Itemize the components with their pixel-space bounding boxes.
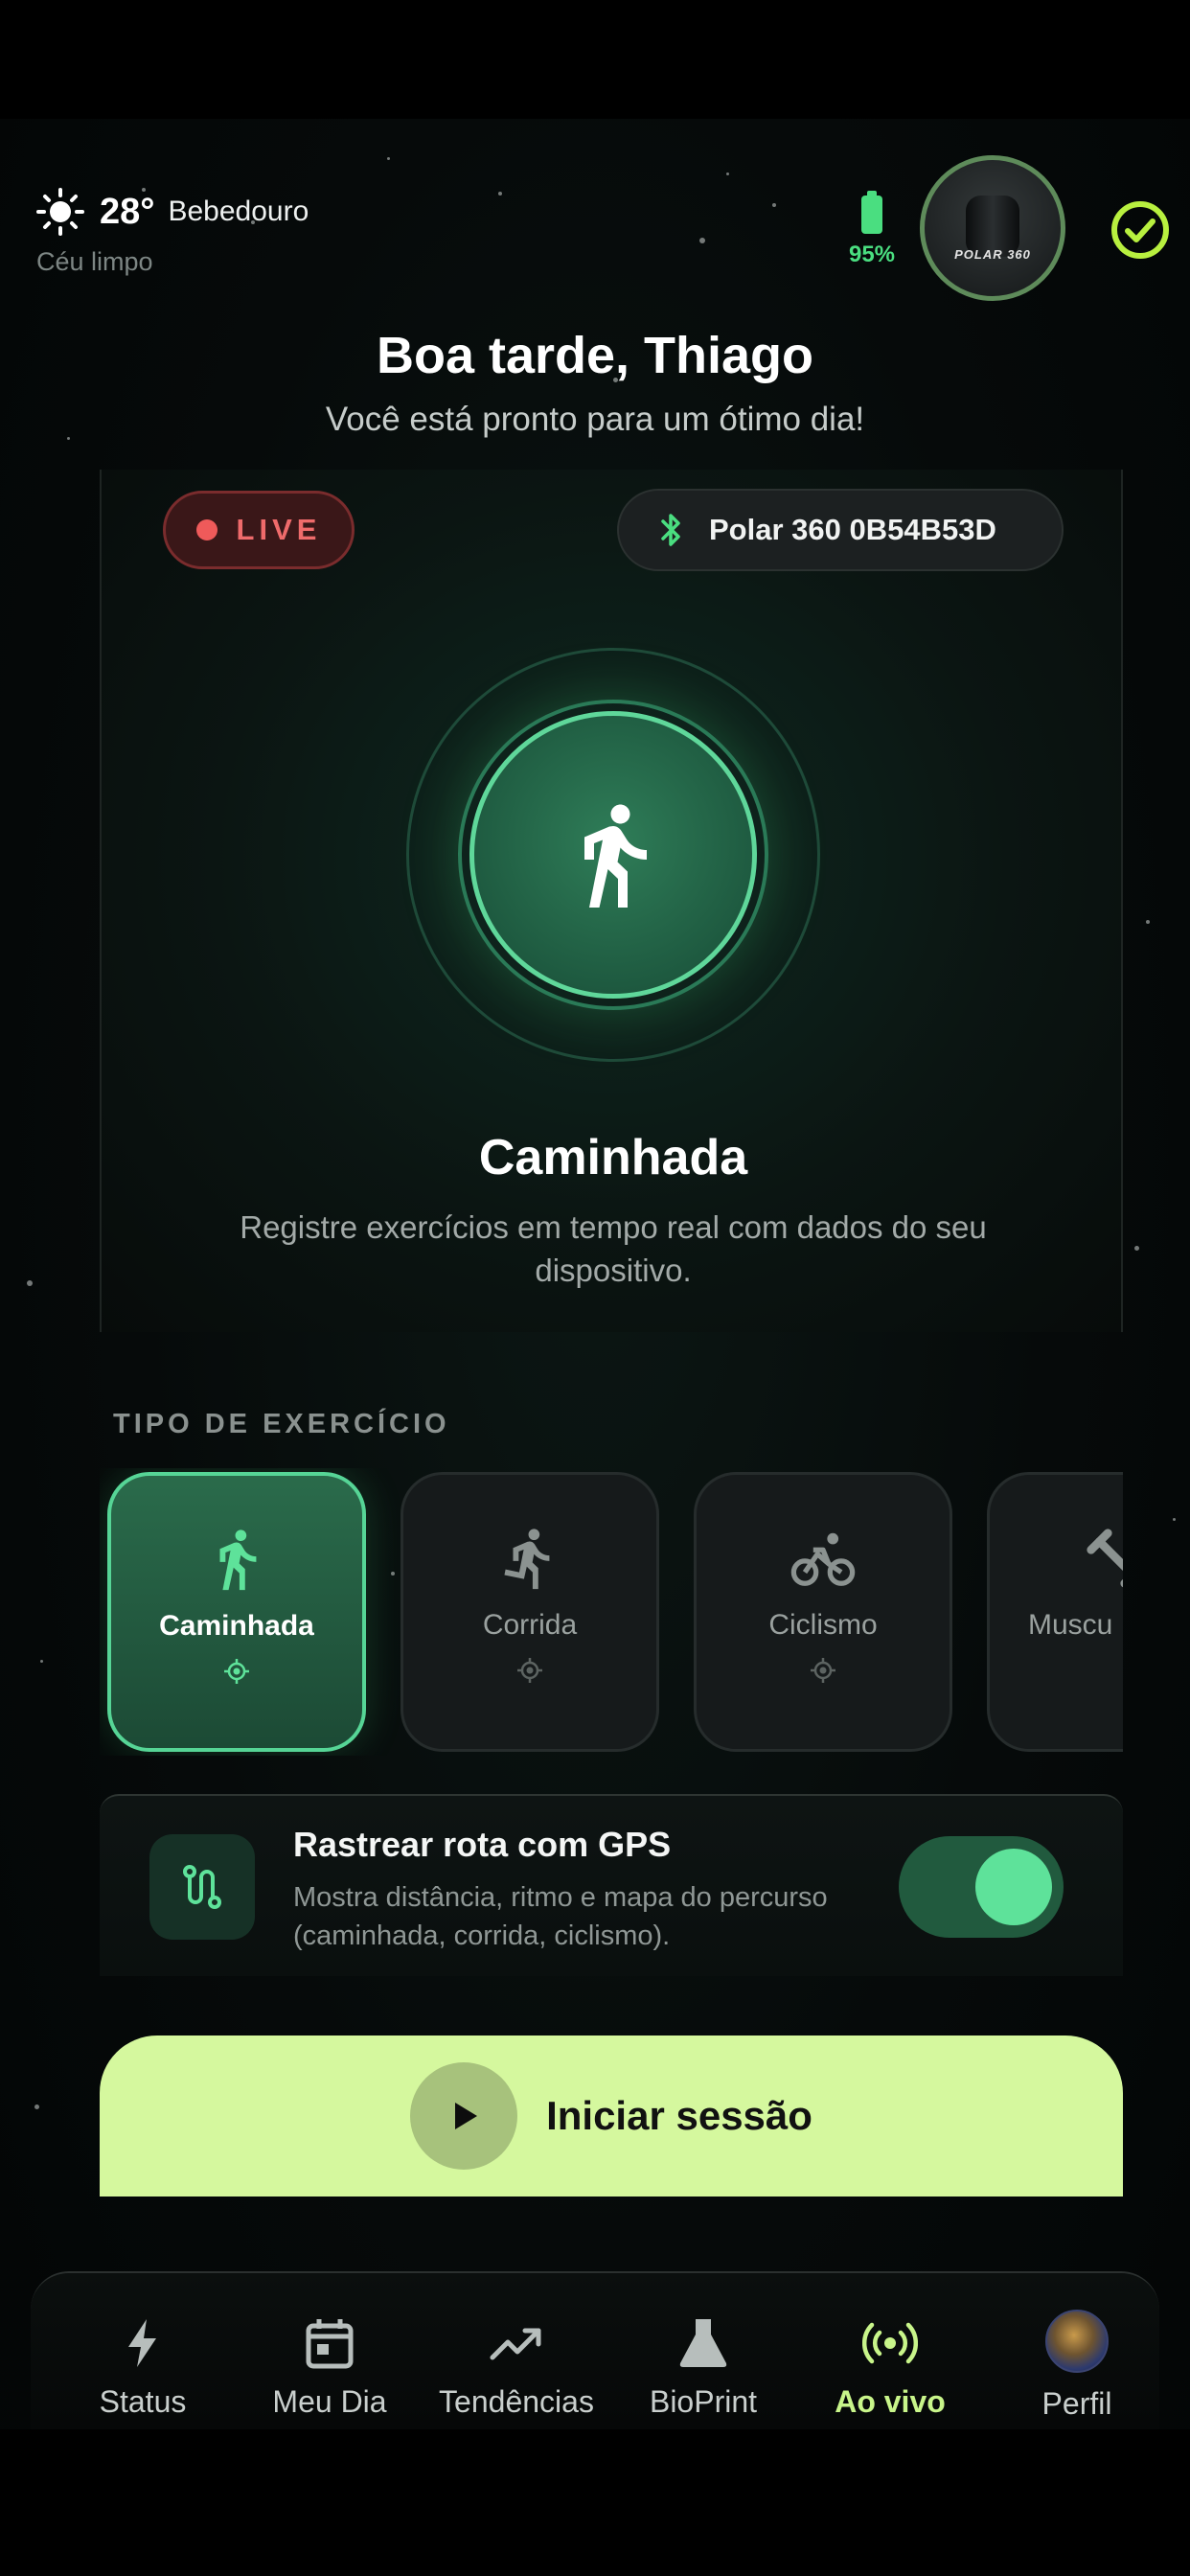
bolt-icon: [128, 2319, 156, 2367]
broadcast-icon: [862, 2322, 918, 2364]
battery-level: 95%: [848, 242, 896, 267]
start-session-button[interactable]: Iniciar sessão: [100, 2036, 1123, 2196]
sun-icon: [36, 188, 84, 236]
walk-icon: [584, 804, 647, 908]
greeting-subtitle: Você está pronto para um ótimo dia!: [325, 401, 865, 438]
tab-status[interactable]: Status: [52, 2315, 234, 2420]
trend-icon: [490, 2328, 541, 2360]
check-circle-icon[interactable]: [1110, 199, 1171, 261]
gps-target-icon: [517, 1658, 542, 1683]
gps-target-icon: [224, 1659, 249, 1684]
status-bar-area: [0, 0, 1190, 119]
exercise-type-strength[interactable]: Muscu: [987, 1472, 1123, 1752]
bluetooth-icon: [661, 514, 680, 546]
exercise-type-run[interactable]: Corrida: [400, 1472, 659, 1752]
weather-widget[interactable]: 28° Bebedouro Céu limpo: [36, 188, 309, 277]
start-session-label: Iniciar sessão: [546, 2093, 812, 2138]
device-avatar[interactable]: POLAR 360: [920, 155, 1065, 301]
exercise-type-label: Ciclismo: [768, 1609, 878, 1641]
live-dot-icon: [195, 519, 217, 540]
device-connection-badge[interactable]: Polar 360 0B54B53D: [617, 489, 1064, 571]
activity-title: Caminhada: [478, 1130, 748, 1185]
exercise-type-label: Corrida: [482, 1609, 578, 1641]
device-name: Polar 360 0B54B53D: [709, 513, 996, 546]
exercise-type-list[interactable]: Caminhada Corrida Ciclismo Muscu: [100, 1468, 1123, 1756]
screen: 28° Bebedouro Céu limpo 95% POLAR 360 Bo…: [0, 0, 1190, 2576]
tab-label: Tendências: [439, 2384, 594, 2419]
tab-label: BioPrint: [649, 2384, 758, 2419]
weather-description: Céu limpo: [36, 247, 153, 276]
toggle-knob: [975, 1849, 1052, 1925]
bike-icon: [790, 1532, 856, 1586]
activity-description: Registre exercícios em tempo real com da…: [240, 1209, 987, 1288]
tab-label: Ao vivo: [835, 2384, 946, 2419]
exercise-type-label: Caminhada: [159, 1610, 314, 1642]
tab-label: Status: [99, 2384, 187, 2419]
live-badge: LIVE: [163, 491, 355, 569]
flask-icon: [679, 2319, 727, 2367]
activity-start-circle[interactable]: [469, 711, 757, 999]
tab-label: Meu Dia: [272, 2384, 387, 2419]
walk-icon: [219, 1530, 257, 1591]
live-session-card: LIVE Polar 360 0B54B53D Caminhada Regist…: [100, 470, 1123, 1332]
gps-description: Mostra distância, ritmo e mapa do percur…: [293, 1882, 828, 1951]
gps-toggle[interactable]: [899, 1836, 1064, 1938]
tab-meu-dia[interactable]: Meu Dia: [239, 2315, 421, 2420]
watch-brand-label: POLAR 360: [954, 246, 1031, 262]
tab-label: Perfil: [1041, 2386, 1112, 2421]
tab-perfil[interactable]: Perfil: [986, 2310, 1168, 2422]
live-label: LIVE: [236, 513, 322, 546]
exercise-type-section-label: TIPO DE EXERCÍCIO: [113, 1409, 450, 1439]
exercise-type-walk[interactable]: Caminhada: [107, 1472, 366, 1752]
battery-icon: [861, 191, 882, 234]
weather-temperature: 28°: [100, 191, 155, 232]
greeting-title: Boa tarde, Thiago: [376, 327, 814, 384]
run-icon: [504, 1529, 550, 1590]
avatar: [1045, 2310, 1109, 2373]
weather-city: Bebedouro: [168, 196, 309, 227]
home-indicator-area: [0, 2429, 1190, 2576]
dumbbell-icon: [1087, 1529, 1123, 1588]
gps-title: Rastrear rota com GPS: [293, 1825, 672, 1864]
tab-tendencias[interactable]: Tendências: [425, 2315, 607, 2420]
exercise-type-bike[interactable]: Ciclismo: [694, 1472, 952, 1752]
play-icon: [410, 2062, 518, 2170]
gps-tracking-card: Rastrear rota com GPS Mostra distância, …: [100, 1794, 1123, 1976]
tab-bioprint[interactable]: BioPrint: [612, 2315, 794, 2420]
device-battery: 95%: [841, 191, 903, 268]
bottom-tab-bar: Status Meu Dia Tendências BioPrint Ao vi…: [31, 2271, 1159, 2429]
route-icon: [149, 1834, 255, 1940]
calendar-icon: [306, 2319, 354, 2369]
exercise-type-label: Muscu: [1028, 1609, 1113, 1641]
gps-target-icon: [811, 1658, 835, 1683]
tab-ao-vivo[interactable]: Ao vivo: [799, 2315, 981, 2420]
